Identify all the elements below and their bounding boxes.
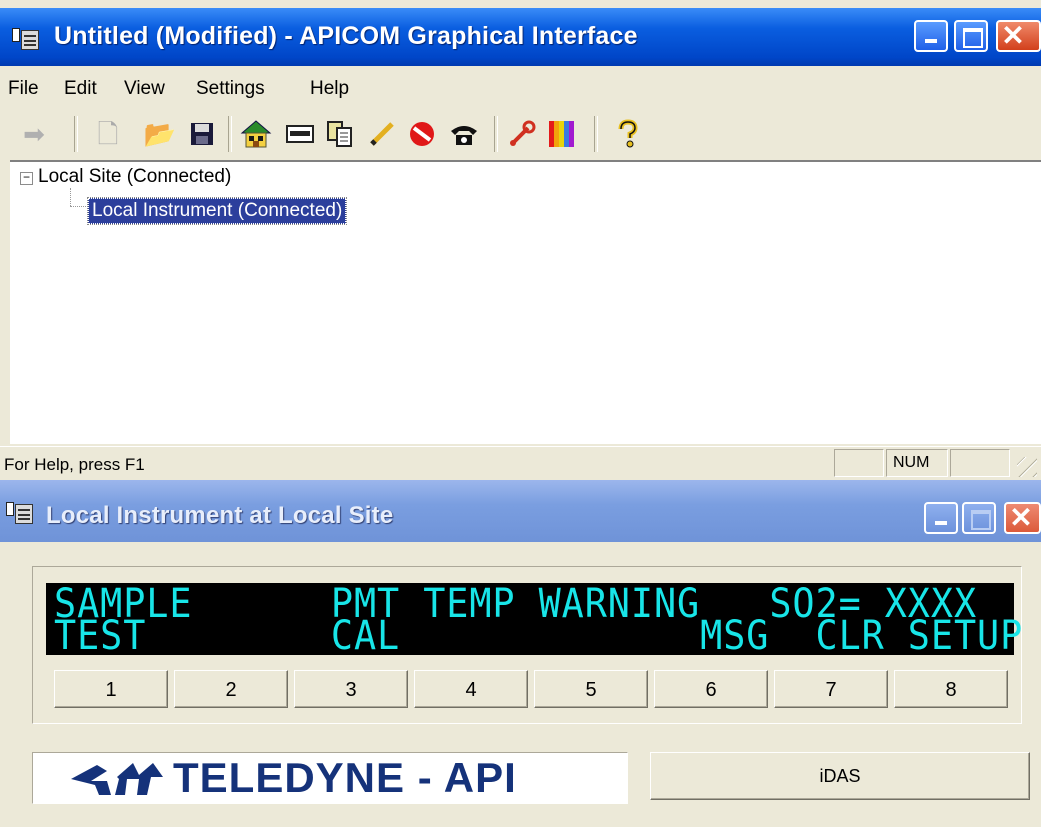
menu-help[interactable]: Help (310, 78, 349, 100)
maximize-button[interactable] (954, 20, 988, 52)
app-icon[interactable] (12, 26, 40, 50)
tree-view[interactable]: − Local Site (Connected) Local Instrumen… (10, 160, 1041, 444)
tree-item-local-site[interactable]: Local Site (Connected) (38, 166, 231, 188)
minimize-button[interactable] (914, 20, 948, 52)
close-icon: ✕ (1009, 502, 1033, 533)
maximize-icon (963, 28, 983, 48)
front-panel-key-8[interactable]: 8 (894, 670, 1008, 708)
tree-connector (70, 206, 88, 207)
copy-icon[interactable] (322, 116, 358, 152)
window-title: Untitled (Modified) - APICOM Graphical I… (54, 22, 638, 50)
menu-bar: File Edit View Settings Help (0, 68, 1041, 104)
idas-button[interactable]: iDAS (650, 752, 1030, 800)
stop-icon[interactable] (404, 116, 440, 152)
front-panel-key-5[interactable]: 5 (534, 670, 648, 708)
keypad-icon[interactable] (282, 116, 318, 152)
menu-settings[interactable]: Settings (196, 78, 265, 100)
main-title-bar[interactable]: Untitled (Modified) - APICOM Graphical I… (0, 8, 1041, 66)
close-button[interactable]: ✕ (1004, 502, 1041, 534)
logo-text: TELEDYNE - API (173, 754, 517, 801)
main-window: Untitled (Modified) - APICOM Graphical I… (0, 0, 1041, 480)
instrument-title-bar[interactable]: Local Instrument at Local Site ✕ (0, 480, 1041, 542)
instrument-window-title: Local Instrument at Local Site (46, 502, 394, 529)
close-icon: ✕ (1001, 20, 1025, 51)
instrument-display: SAMPLE PMT TEMP WARNING SO2= XXXX TEST C… (46, 583, 1022, 656)
front-panel-key-3[interactable]: 3 (294, 670, 408, 708)
color-bars-icon[interactable] (544, 116, 580, 152)
menu-edit[interactable]: Edit (64, 78, 97, 100)
site-house-icon[interactable] (238, 116, 274, 152)
status-cell-blank (950, 449, 1010, 477)
open-folder-icon[interactable]: 📂 (142, 116, 178, 152)
front-panel-key-7[interactable]: 7 (774, 670, 888, 708)
menu-file[interactable]: File (8, 78, 39, 100)
phone-icon[interactable] (446, 116, 482, 152)
edit-pencil-icon[interactable] (364, 116, 400, 152)
close-button[interactable]: ✕ (996, 20, 1041, 52)
status-bar: For Help, press F1 NUM (0, 446, 1041, 479)
help-icon[interactable] (610, 116, 646, 152)
minimize-button[interactable] (924, 502, 958, 534)
teledyne-logo-icon (71, 763, 163, 795)
teledyne-logo: TELEDYNE - API (32, 752, 628, 804)
tree-connector (70, 188, 71, 206)
maximize-icon (971, 510, 991, 530)
status-help-text: For Help, press F1 (4, 455, 145, 474)
front-panel-key-4[interactable]: 4 (414, 670, 528, 708)
status-cell-blank (834, 449, 884, 477)
instrument-window: Local Instrument at Local Site ✕ SAMPLE … (0, 480, 1041, 827)
new-file-icon[interactable]: 🗋 (90, 116, 126, 152)
app-icon[interactable] (6, 500, 34, 524)
minimize-icon (935, 521, 947, 525)
front-panel-key-1[interactable]: 1 (54, 670, 168, 708)
tree-collapse-toggle[interactable]: − (20, 171, 33, 185)
toolbar: ➡ 🗋 📂 (10, 112, 1030, 156)
minimize-icon (925, 39, 937, 43)
menu-view[interactable]: View (124, 78, 165, 100)
display-line-2: TEST CAL MSG CLR SETUP (54, 613, 1024, 659)
resize-grip[interactable] (1017, 457, 1037, 477)
save-icon[interactable] (184, 116, 220, 152)
arrow-right-icon[interactable]: ➡ (16, 116, 52, 152)
wrench-icon[interactable] (504, 116, 540, 152)
maximize-button[interactable] (962, 502, 996, 534)
front-panel-key-2[interactable]: 2 (174, 670, 288, 708)
tree-item-local-instrument[interactable]: Local Instrument (Connected) (86, 197, 348, 225)
status-num-indicator: NUM (886, 449, 948, 477)
front-panel-key-6[interactable]: 6 (654, 670, 768, 708)
